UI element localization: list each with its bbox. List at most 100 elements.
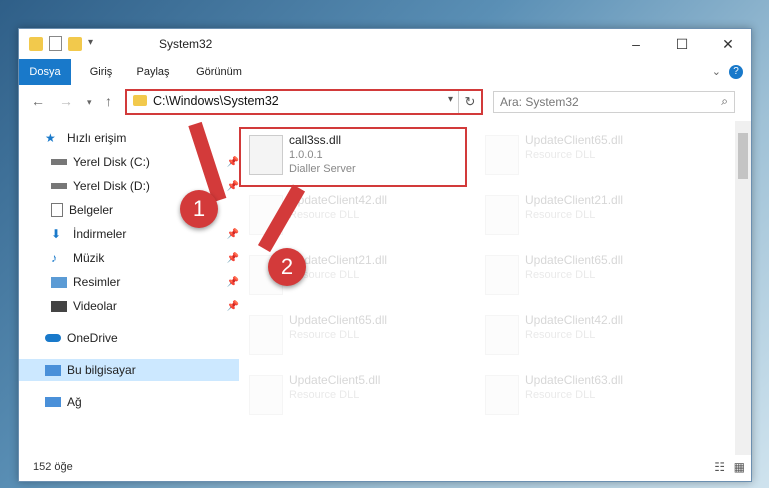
file-name: UpdateClient65.dll bbox=[525, 253, 624, 267]
maximize-button[interactable]: ☐ bbox=[659, 29, 705, 59]
navigation-pane: ★ Hızlı erişim Yerel Disk (C:) 📌 Yerel D… bbox=[19, 121, 239, 455]
sidebar-item-label: Yerel Disk (C:) bbox=[73, 155, 150, 169]
recent-locations-icon[interactable]: ▾ bbox=[87, 97, 92, 108]
file-list: call3ss.dll 1.0.0.1 Dialler Server Updat… bbox=[225, 121, 733, 455]
sidebar-item-label: Bu bilgisayar bbox=[67, 363, 136, 377]
cloud-icon bbox=[45, 334, 61, 342]
file-description: Resource DLL bbox=[525, 209, 596, 221]
up-icon[interactable]: ↑ bbox=[105, 93, 112, 109]
file-item[interactable]: UpdateClient42.dll Resource DLL bbox=[477, 307, 707, 367]
large-icons-view-icon[interactable]: ▦ bbox=[734, 460, 745, 474]
video-icon bbox=[51, 300, 67, 312]
file-description: Resource DLL bbox=[289, 329, 360, 341]
file-description: Resource DLL bbox=[525, 389, 596, 401]
file-name: UpdateClient63.dll bbox=[525, 373, 624, 387]
sidebar-item-downloads[interactable]: ⬇ İndirmeler 📌 bbox=[19, 223, 245, 245]
dll-file-icon bbox=[485, 315, 519, 355]
chevron-down-icon[interactable]: ▾ bbox=[448, 94, 453, 105]
new-folder-icon[interactable] bbox=[68, 36, 82, 51]
back-icon[interactable]: ← bbox=[31, 93, 45, 109]
vertical-scrollbar[interactable] bbox=[735, 121, 751, 455]
sidebar-item-network[interactable]: Ağ bbox=[19, 391, 239, 413]
help-icon[interactable]: ? bbox=[729, 65, 743, 79]
sidebar-item-label: Resimler bbox=[73, 275, 121, 289]
file-name: UpdateClient5.dll bbox=[289, 373, 381, 387]
star-icon: ★ bbox=[45, 131, 56, 145]
file-description: Resource DLL bbox=[525, 329, 596, 341]
file-item[interactable]: UpdateClient21.dll Resource DLL bbox=[477, 187, 707, 247]
navigation-bar: ← → ▾ ↑ C:\Windows\System32 ▾ ↻ Ara: Sys… bbox=[19, 85, 751, 119]
details-view-icon[interactable]: ☷ bbox=[714, 460, 725, 474]
dll-file-icon bbox=[485, 375, 519, 415]
tab-paylas[interactable]: Paylaş bbox=[133, 59, 173, 85]
file-description: Resource DLL bbox=[289, 389, 360, 401]
sidebar-item-label: Belgeler bbox=[69, 203, 114, 217]
explorer-window: ▾ System32 – ☐ ✕ Dosya Giriş Paylaş Görü… bbox=[18, 28, 752, 482]
file-item[interactable]: UpdateClient65.dll Resource DLL bbox=[241, 307, 471, 367]
sidebar-item-label: İndirmeler bbox=[73, 227, 127, 241]
music-icon: ♪ bbox=[51, 251, 57, 265]
refresh-icon[interactable]: ↻ bbox=[458, 91, 481, 113]
status-bar: 152 öğe ☷ ▦ bbox=[19, 455, 751, 481]
highlight-box bbox=[239, 127, 467, 187]
file-description: Resource DLL bbox=[289, 209, 360, 221]
sidebar-item-label: Hızlı erişim bbox=[67, 131, 127, 145]
dll-file-icon bbox=[485, 255, 519, 295]
drive-icon bbox=[51, 159, 67, 165]
customize-icon[interactable]: ▾ bbox=[88, 37, 102, 51]
image-icon bbox=[51, 276, 67, 288]
file-item[interactable]: UpdateClient5.dll Resource DLL bbox=[241, 367, 471, 427]
file-name: UpdateClient42.dll bbox=[289, 193, 388, 207]
properties-icon[interactable] bbox=[49, 36, 62, 51]
file-item[interactable]: UpdateClient65.dll Resource DLL bbox=[477, 247, 707, 307]
drive-icon bbox=[51, 183, 67, 189]
file-description: Resource DLL bbox=[525, 269, 596, 281]
dll-file-icon bbox=[485, 195, 519, 235]
sidebar-item-label: Videolar bbox=[73, 299, 117, 313]
file-name: UpdateClient65.dll bbox=[525, 133, 624, 147]
file-name: UpdateClient42.dll bbox=[525, 313, 624, 327]
file-name: UpdateClient65.dll bbox=[289, 313, 388, 327]
download-icon: ⬇ bbox=[51, 227, 62, 241]
close-button[interactable]: ✕ bbox=[705, 29, 751, 59]
search-icon[interactable]: ⌕ bbox=[721, 94, 728, 109]
address-bar[interactable]: C:\Windows\System32 ▾ ↻ bbox=[125, 89, 483, 115]
search-box[interactable]: Ara: System32 ⌕ bbox=[493, 91, 735, 113]
file-description: Resource DLL bbox=[525, 149, 596, 161]
address-path[interactable]: C:\Windows\System32 bbox=[153, 94, 279, 108]
file-item[interactable]: UpdateClient65.dll Resource DLL bbox=[477, 127, 707, 187]
tab-gorunum[interactable]: Görünüm bbox=[191, 59, 247, 85]
tab-giris[interactable]: Giriş bbox=[85, 59, 117, 85]
sidebar-item-music[interactable]: ♪ Müzik 📌 bbox=[19, 247, 245, 269]
quick-access-toolbar: ▾ bbox=[29, 36, 102, 51]
file-item[interactable]: UpdateClient63.dll Resource DLL bbox=[477, 367, 707, 427]
minimize-button[interactable]: – bbox=[613, 29, 659, 59]
document-icon bbox=[51, 203, 63, 217]
annotation-badge: 2 bbox=[268, 248, 306, 286]
title-bar: ▾ System32 – ☐ ✕ bbox=[19, 29, 751, 59]
sidebar-item-label: Yerel Disk (D:) bbox=[73, 179, 150, 193]
folder-icon bbox=[133, 95, 147, 106]
search-input[interactable]: Ara: System32 bbox=[500, 95, 579, 109]
dll-file-icon bbox=[485, 135, 519, 175]
sidebar-item-pictures[interactable]: Resimler 📌 bbox=[19, 271, 245, 293]
item-count: 152 öğe bbox=[33, 461, 73, 473]
ribbon-tabs: Dosya Giriş Paylaş Görünüm ⌄ ? bbox=[19, 59, 751, 119]
sidebar-item-onedrive[interactable]: OneDrive bbox=[19, 327, 239, 349]
expand-ribbon-icon[interactable]: ⌄ bbox=[712, 65, 721, 78]
dll-file-icon bbox=[249, 315, 283, 355]
window-title: System32 bbox=[159, 37, 213, 51]
scrollbar-thumb[interactable] bbox=[738, 133, 748, 179]
forward-icon[interactable]: → bbox=[59, 93, 73, 109]
sidebar-item-label: Ağ bbox=[67, 395, 82, 409]
file-name: UpdateClient21.dll bbox=[525, 193, 624, 207]
annotation-badge: 1 bbox=[180, 190, 218, 228]
sidebar-item-this-pc[interactable]: Bu bilgisayar bbox=[19, 359, 239, 381]
sidebar-item-videos[interactable]: Videolar 📌 bbox=[19, 295, 245, 317]
folder-icon[interactable] bbox=[29, 36, 43, 51]
sidebar-item-label: OneDrive bbox=[67, 331, 118, 345]
network-icon bbox=[45, 397, 61, 407]
computer-icon bbox=[45, 364, 61, 376]
dll-file-icon bbox=[249, 375, 283, 415]
sidebar-item-label: Müzik bbox=[73, 251, 105, 265]
